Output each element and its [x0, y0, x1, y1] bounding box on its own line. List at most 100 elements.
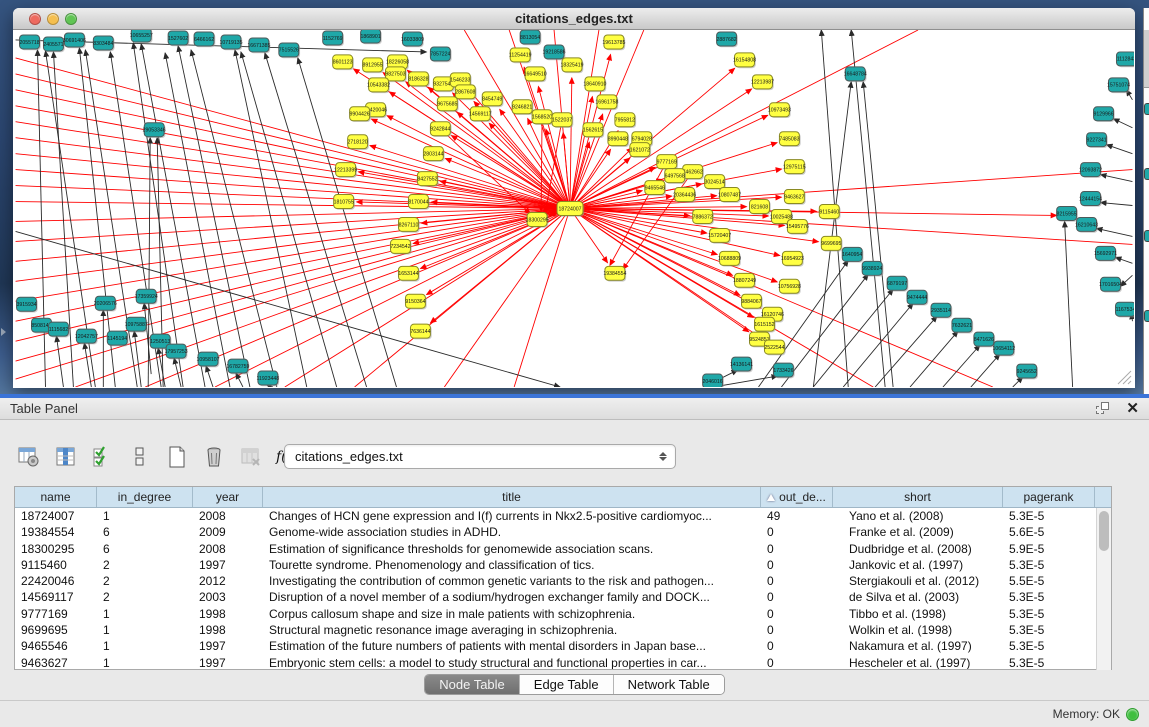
- create-column-icon[interactable]: [164, 444, 190, 470]
- table-header-row[interactable]: namein_degreeyeartitleout_de...shortpage…: [15, 487, 1111, 508]
- graph-node[interactable]: 10688809: [718, 251, 741, 266]
- zoom-window-icon[interactable]: [65, 13, 77, 25]
- table-row[interactable]: 1456911722003Disruption of a novel membe…: [15, 589, 1111, 605]
- graph-node[interactable]: 15495776: [786, 219, 809, 234]
- graph-node[interactable]: 1621072: [630, 143, 651, 158]
- graph-node[interactable]: 12213399: [334, 163, 357, 178]
- table-row[interactable]: 977716911998Corpus callosum shape and si…: [15, 606, 1111, 622]
- graph-node[interactable]: 8912955: [362, 58, 383, 73]
- delete-columns-icon[interactable]: [201, 444, 227, 470]
- table-vertical-scrollbar[interactable]: [1096, 508, 1111, 670]
- table-row[interactable]: 946554611997Estimation of the future num…: [15, 638, 1111, 654]
- graph-node[interactable]: 9699695: [821, 236, 842, 251]
- graph-node[interactable]: 16671385: [247, 38, 270, 53]
- graph-node[interactable]: 16033809: [401, 32, 424, 47]
- graph-node[interactable]: 2887682: [717, 32, 738, 47]
- graph-node[interactable]: 8186328: [408, 72, 429, 87]
- scrollbar-thumb[interactable]: [1099, 511, 1109, 551]
- graph-node[interactable]: 12975115: [783, 160, 806, 175]
- graph-node[interactable]: 12213987: [751, 75, 774, 90]
- graph-node[interactable]: 11923448: [257, 371, 280, 386]
- graph-node[interactable]: [1144, 230, 1149, 242]
- tab-edge-table[interactable]: Edge Table: [520, 675, 614, 694]
- graph-node[interactable]: 9465546: [645, 181, 666, 196]
- graph-node[interactable]: 16954923: [781, 251, 804, 266]
- graph-node[interactable]: 10654112: [992, 341, 1015, 356]
- graph-node[interactable]: 7636144: [410, 324, 431, 339]
- table-row[interactable]: 1872400712008Changes of HCN gene express…: [15, 508, 1111, 524]
- column-header-title[interactable]: title: [263, 487, 761, 507]
- graph-node[interactable]: 8990448: [608, 132, 629, 147]
- graph-node[interactable]: 1522037: [552, 113, 573, 128]
- graph-node[interactable]: 9675685: [437, 97, 458, 112]
- graph-node[interactable]: 15751074: [1107, 78, 1130, 93]
- graph-node[interactable]: 20364436: [673, 188, 696, 203]
- table-select-dropdown[interactable]: citations_edges.txt: [284, 444, 676, 469]
- graph-node[interactable]: 12444154: [1079, 192, 1102, 207]
- graph-node[interactable]: 1615152: [754, 317, 775, 332]
- graph-node[interactable]: 10975887: [125, 317, 148, 332]
- graph-node[interactable]: 9242844: [430, 122, 451, 137]
- graph-node[interactable]: 18300295: [526, 212, 549, 227]
- graph-node[interactable]: 1112843: [1116, 52, 1134, 67]
- graph-node[interactable]: 9115460: [819, 205, 840, 220]
- graph-node[interactable]: 14136141: [730, 357, 753, 372]
- graph-node[interactable]: 2522544: [764, 340, 785, 355]
- graph-node[interactable]: 7515526: [279, 43, 300, 58]
- graph-node[interactable]: [1144, 168, 1149, 180]
- table-row[interactable]: 946362711997Embryonic stem cells: a mode…: [15, 655, 1111, 669]
- graph-node[interactable]: 18640910: [583, 77, 606, 92]
- column-header-year[interactable]: year: [193, 487, 263, 507]
- graph-node[interactable]: 10543382: [367, 78, 390, 93]
- graph-node[interactable]: 2718120: [348, 135, 369, 150]
- graph-node[interactable]: 19218586: [543, 45, 566, 60]
- graph-node[interactable]: 19613785: [602, 35, 625, 50]
- graph-node[interactable]: 18807249: [733, 273, 756, 288]
- graph-node[interactable]: 1115682: [48, 322, 69, 337]
- graph-node[interactable]: 1167534: [1115, 302, 1134, 317]
- graph-node[interactable]: 1568520: [532, 110, 553, 125]
- graph-node[interactable]: 10958107: [197, 352, 220, 367]
- graph-node[interactable]: 9227341: [1086, 133, 1107, 148]
- graph-node[interactable]: 18724007: [557, 202, 584, 217]
- table-row[interactable]: 2242004622012Investigating the contribut…: [15, 573, 1111, 589]
- graph-node[interactable]: 7955812: [615, 113, 636, 128]
- show-columns-icon[interactable]: [53, 444, 79, 470]
- table-row[interactable]: 1938455462009Genome-wide association stu…: [15, 524, 1111, 540]
- graph-node[interactable]: 11254419: [509, 48, 532, 63]
- tab-network-table[interactable]: Network Table: [614, 675, 724, 694]
- graph-node[interactable]: 9904426: [350, 107, 371, 122]
- graph-node[interactable]: 8601123: [333, 55, 354, 70]
- graph-node[interactable]: 12093872: [1079, 163, 1102, 178]
- graph-node[interactable]: 6497568: [665, 169, 686, 184]
- graph-node[interactable]: 7485083: [779, 132, 800, 147]
- graph-node[interactable]: 9150364: [405, 294, 426, 309]
- graph-node[interactable]: 9474444: [907, 290, 928, 305]
- graph-node[interactable]: 1640954: [842, 247, 863, 262]
- graph-node[interactable]: 8170044: [408, 195, 429, 210]
- graph-node[interactable]: 17359924: [135, 289, 158, 304]
- graph-node[interactable]: 10719135: [219, 35, 242, 50]
- graph-node[interactable]: 2405571: [43, 37, 64, 52]
- graph-node[interactable]: 6466162: [194, 32, 215, 47]
- graph-node[interactable]: 30691406: [63, 33, 86, 48]
- graph-node[interactable]: 16210643: [1075, 217, 1098, 232]
- column-header-in_degree[interactable]: in_degree: [97, 487, 193, 507]
- graph-node[interactable]: 10655257: [130, 30, 153, 43]
- graph-node[interactable]: 8454749: [482, 92, 503, 107]
- graph-node[interactable]: 8215955: [1057, 207, 1078, 222]
- graph-node[interactable]: 1810755: [334, 195, 355, 210]
- graph-node[interactable]: 8303484: [93, 36, 114, 51]
- graph-node[interactable]: 1145194: [107, 331, 128, 346]
- graph-node[interactable]: 1527602: [168, 31, 189, 46]
- graph-node[interactable]: 8813054: [520, 30, 541, 45]
- graph-node[interactable]: 15720407: [708, 228, 731, 243]
- window-resize-grip[interactable]: [1114, 367, 1132, 385]
- tab-node-table[interactable]: Node Table: [425, 675, 520, 694]
- graph-node[interactable]: 2046016: [703, 374, 724, 387]
- graph-node[interactable]: 7857224: [430, 47, 451, 62]
- graph-node[interactable]: 8267110: [398, 217, 419, 232]
- graph-node[interactable]: 16782759: [226, 359, 249, 374]
- column-header-name[interactable]: name: [15, 487, 97, 507]
- graph-node[interactable]: 7632621: [952, 318, 973, 333]
